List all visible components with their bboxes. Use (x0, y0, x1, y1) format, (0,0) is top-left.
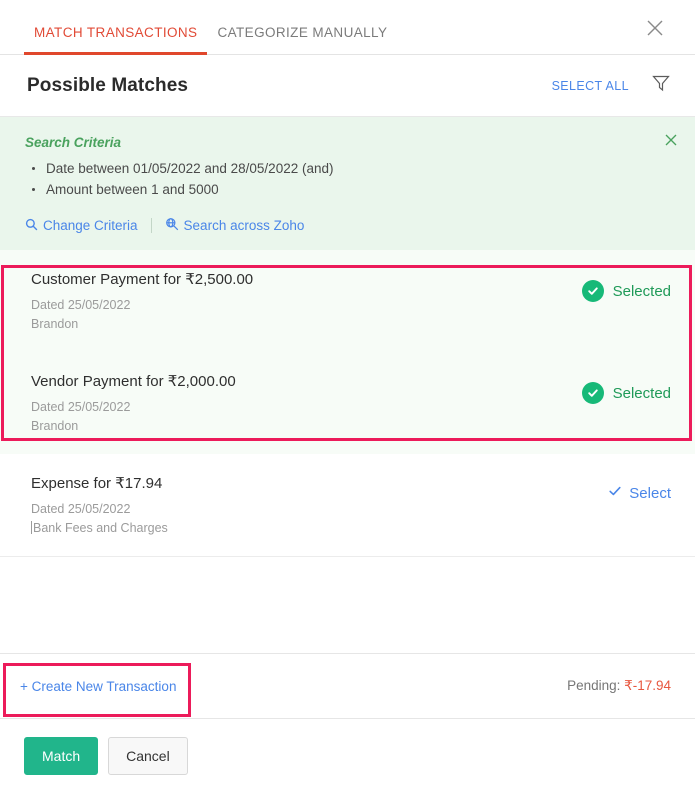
text-cursor (31, 521, 32, 534)
select-all-button[interactable]: SELECT ALL (552, 79, 629, 93)
match-title: Customer Payment for ₹2,500.00 (31, 270, 582, 289)
pending-text: Pending: (567, 678, 620, 693)
change-criteria-label: Change Criteria (43, 218, 138, 233)
search-criteria-panel: Search Criteria Date between 01/05/2022 … (0, 117, 695, 250)
check-icon (608, 484, 622, 502)
match-contact-label: Bank Fees and Charges (33, 521, 168, 535)
match-action: Selected (582, 372, 671, 404)
list-empty-space (0, 557, 695, 653)
cancel-button[interactable]: Cancel (108, 737, 188, 775)
selected-badge-label: Selected (613, 385, 671, 402)
match-date: Dated 25/05/2022 (31, 500, 608, 519)
tab-categorize-manually-label: CATEGORIZE MANUALLY (217, 25, 387, 40)
search-criteria-close-icon[interactable] (662, 131, 680, 149)
selected-badge[interactable]: Selected (582, 280, 671, 302)
close-icon[interactable] (643, 16, 667, 40)
select-button[interactable]: Select (608, 484, 671, 502)
select-button-label: Select (629, 485, 671, 502)
search-icon (25, 218, 38, 234)
search-across-zoho-label: Search across Zoho (184, 218, 305, 233)
check-circle-icon (582, 280, 604, 302)
filter-icon[interactable] (651, 73, 671, 98)
table-row[interactable]: Expense for ₹17.94 Dated 25/05/2022 Bank… (0, 454, 695, 556)
check-circle-icon (582, 382, 604, 404)
search-criteria-actions: Change Criteria Search across Zoho (25, 217, 671, 234)
match-title: Expense for ₹17.94 (31, 474, 608, 493)
match-date: Dated 25/05/2022 (31, 398, 582, 417)
match-title: Vendor Payment for ₹2,000.00 (31, 372, 582, 391)
match-contact: Bank Fees and Charges (31, 519, 608, 538)
match-details: Expense for ₹17.94 Dated 25/05/2022 Bank… (31, 474, 608, 538)
match-details: Customer Payment for ₹2,500.00 Dated 25/… (31, 270, 582, 334)
tab-match-transactions-label: MATCH TRANSACTIONS (34, 25, 197, 40)
match-contact: Brandon (31, 315, 582, 334)
page-title: Possible Matches (27, 75, 188, 97)
selected-badge[interactable]: Selected (582, 382, 671, 404)
criteria-item-date: Date between 01/05/2022 and 28/05/2022 (… (29, 158, 671, 179)
search-criteria-list: Date between 01/05/2022 and 28/05/2022 (… (29, 158, 671, 200)
pending-value: ₹-17.94 (624, 678, 671, 693)
selected-badge-label: Selected (613, 283, 671, 300)
change-criteria-button[interactable]: Change Criteria (25, 218, 138, 234)
match-button[interactable]: Match (24, 737, 98, 775)
match-date: Dated 25/05/2022 (31, 296, 582, 315)
footer-bar: + Create New Transaction Pending: ₹-17.9… (0, 653, 695, 719)
tab-match-transactions[interactable]: MATCH TRANSACTIONS (24, 25, 207, 54)
match-action: Select (608, 474, 671, 502)
panel-header: Possible Matches SELECT ALL (0, 55, 695, 117)
match-details: Vendor Payment for ₹2,000.00 Dated 25/05… (31, 372, 582, 436)
criteria-item-amount: Amount between 1 and 5000 (29, 179, 671, 200)
table-row[interactable]: Vendor Payment for ₹2,000.00 Dated 25/05… (0, 352, 695, 454)
match-action: Selected (582, 270, 671, 302)
search-criteria-title: Search Criteria (25, 135, 671, 150)
tab-bar: MATCH TRANSACTIONS CATEGORIZE MANUALLY (0, 0, 695, 55)
match-transactions-panel: MATCH TRANSACTIONS CATEGORIZE MANUALLY P… (0, 0, 695, 793)
search-across-zoho-button[interactable]: Search across Zoho (165, 217, 305, 234)
match-contact: Brandon (31, 417, 582, 436)
pending-amount-label: Pending: ₹-17.94 (567, 678, 671, 694)
create-new-transaction-button[interactable]: + Create New Transaction (20, 679, 176, 694)
search-globe-icon (165, 217, 179, 234)
action-buttons: Match Cancel (0, 719, 695, 775)
criteria-actions-divider (151, 218, 152, 233)
tab-categorize-manually[interactable]: CATEGORIZE MANUALLY (207, 25, 397, 54)
possible-matches-list: Customer Payment for ₹2,500.00 Dated 25/… (0, 250, 695, 653)
table-row[interactable]: Customer Payment for ₹2,500.00 Dated 25/… (0, 250, 695, 352)
